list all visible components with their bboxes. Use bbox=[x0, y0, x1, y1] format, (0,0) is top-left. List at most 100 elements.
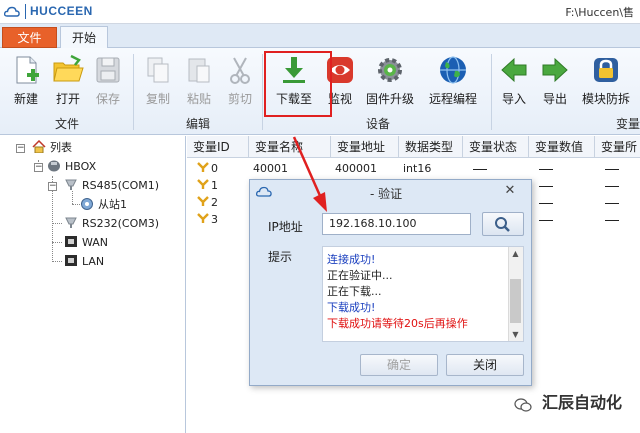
serial-port-icon bbox=[65, 217, 77, 228]
scroll-up-icon[interactable]: ▲ bbox=[511, 249, 520, 258]
title-separator bbox=[25, 4, 26, 19]
cut-button[interactable]: 剪切 bbox=[218, 52, 262, 112]
device-tree: − 列表 − HBOX − RS485(COM1) 从站1 RS232(COM3… bbox=[0, 136, 186, 433]
tree-slave-label: 从站1 bbox=[98, 198, 127, 211]
serial-port-icon bbox=[65, 179, 77, 190]
tree-line bbox=[52, 261, 62, 262]
close-icon[interactable]: ✕ bbox=[503, 184, 517, 198]
tree-node-lan[interactable]: LAN bbox=[64, 253, 104, 270]
group-label-variable: 变量 bbox=[616, 117, 640, 131]
tree-line bbox=[52, 242, 62, 243]
cell-value bbox=[535, 161, 553, 177]
tab-start[interactable]: 开始 bbox=[60, 26, 108, 49]
scroll-down-icon[interactable]: ▼ bbox=[511, 330, 520, 339]
cell-extra bbox=[601, 178, 619, 194]
dialog-body: IP地址 192.168.10.100 提示 连接成功! 正在验证中... 正在… bbox=[256, 204, 525, 381]
group-label-file: 文件 bbox=[55, 117, 80, 131]
cell-name: 40001 bbox=[253, 162, 288, 175]
tree-line bbox=[52, 223, 62, 224]
cut-label: 剪切 bbox=[227, 92, 252, 106]
ip-address-label: IP地址 bbox=[268, 220, 303, 234]
dialog-title-bar[interactable]: - 验证 ✕ bbox=[250, 180, 531, 204]
cell-id: 0 bbox=[211, 162, 218, 175]
expand-toggle[interactable]: − bbox=[34, 163, 43, 172]
column-header[interactable]: 变量状态 bbox=[463, 136, 529, 158]
cell-type: int16 bbox=[403, 162, 432, 175]
save-button[interactable]: 保存 bbox=[86, 52, 130, 112]
device-box-icon bbox=[48, 160, 60, 172]
wechat-icon bbox=[514, 398, 532, 412]
tree-node-slave[interactable]: 从站1 bbox=[80, 196, 127, 213]
log-line: 正在下载... bbox=[327, 285, 382, 298]
table-row[interactable]: 0 40001 400001 int16 bbox=[187, 161, 640, 177]
tree-root-label: 列表 bbox=[50, 141, 72, 154]
export-button[interactable]: 导出 bbox=[533, 52, 577, 112]
cell-id: 2 bbox=[211, 196, 218, 209]
column-header[interactable]: 变量ID bbox=[187, 136, 249, 158]
network-port-icon bbox=[65, 236, 77, 247]
tree-rs232-label: RS232(COM3) bbox=[82, 217, 160, 230]
cell-value bbox=[535, 195, 553, 211]
export-arrow-icon bbox=[542, 57, 568, 83]
cloud-logo-icon bbox=[256, 186, 272, 197]
cell-value bbox=[535, 178, 553, 194]
expand-toggle[interactable]: − bbox=[16, 144, 25, 153]
status-log[interactable]: 连接成功! 正在验证中... 正在下载... 下载成功! 下载成功请等待20s后… bbox=[322, 246, 524, 342]
column-header[interactable]: 变量数值 bbox=[529, 136, 595, 158]
column-header[interactable]: 数据类型 bbox=[399, 136, 463, 158]
close-button[interactable]: 关闭 bbox=[446, 354, 524, 376]
tree-node-rs485[interactable]: RS485(COM1) bbox=[64, 177, 159, 194]
title-bar: HUCCEEN F:\Huccen\售 bbox=[0, 0, 640, 24]
firmware-upgrade-button[interactable]: 固件升级 bbox=[366, 52, 414, 112]
export-label: 导出 bbox=[542, 92, 567, 106]
download-button-highlight bbox=[264, 51, 332, 117]
import-arrow-icon bbox=[501, 57, 527, 83]
column-header[interactable]: 变量名称 bbox=[249, 136, 331, 158]
column-header[interactable]: 变量所 bbox=[595, 136, 640, 158]
group-label-device: 设备 bbox=[366, 117, 391, 131]
cell-address: 400001 bbox=[335, 162, 377, 175]
search-button[interactable] bbox=[482, 212, 524, 236]
scroll-thumb[interactable] bbox=[510, 279, 521, 323]
cell-status bbox=[469, 161, 487, 177]
log-line: 正在验证中... bbox=[327, 269, 393, 282]
tree-wan-label: WAN bbox=[82, 236, 109, 249]
log-line: 连接成功! bbox=[327, 253, 376, 266]
save-label: 保存 bbox=[95, 92, 120, 106]
module-tamper-button[interactable]: 模块防拆 bbox=[582, 52, 630, 112]
expand-toggle[interactable]: − bbox=[48, 182, 57, 191]
gear-icon bbox=[378, 58, 402, 82]
folder-open-icon bbox=[53, 54, 84, 82]
project-path: F:\Huccen\售 bbox=[565, 6, 634, 19]
search-icon bbox=[495, 217, 510, 232]
tree-node-rs232[interactable]: RS232(COM3) bbox=[64, 215, 159, 232]
firmware-upgrade-label: 固件升级 bbox=[365, 92, 414, 106]
tree-hbox-label: HBOX bbox=[65, 160, 97, 173]
tree-node-wan[interactable]: WAN bbox=[64, 234, 108, 251]
tree-node-root[interactable]: 列表 bbox=[32, 139, 72, 156]
ribbon-tab-row: 文件 开始 bbox=[0, 24, 640, 49]
tree-node-hbox[interactable]: HBOX bbox=[47, 158, 96, 175]
globe-icon bbox=[440, 56, 466, 84]
log-scrollbar[interactable]: ▲ ▼ bbox=[508, 247, 523, 341]
network-port-icon bbox=[65, 255, 77, 266]
group-separator bbox=[262, 54, 263, 130]
app-name: HUCCEEN bbox=[30, 4, 93, 18]
confirm-button[interactable]: 确定 bbox=[360, 354, 438, 376]
group-label-edit: 编辑 bbox=[186, 117, 211, 131]
log-line: 下载成功! bbox=[327, 301, 376, 314]
copy-icon bbox=[147, 57, 169, 83]
paste-icon bbox=[188, 58, 210, 83]
dialog-title: - 验证 bbox=[370, 187, 403, 201]
tab-file[interactable]: 文件 bbox=[2, 27, 57, 48]
cell-extra bbox=[601, 161, 619, 177]
remote-programming-button[interactable]: 远程编程 bbox=[429, 52, 477, 112]
tree-lan-label: LAN bbox=[82, 255, 105, 268]
cell-extra bbox=[601, 195, 619, 211]
verify-dialog: - 验证 ✕ IP地址 192.168.10.100 提示 连接成功! 正在验证… bbox=[249, 179, 532, 386]
cell-id: 1 bbox=[211, 179, 218, 192]
column-header[interactable]: 变量地址 bbox=[331, 136, 399, 158]
ip-address-input[interactable]: 192.168.10.100 bbox=[322, 213, 471, 235]
tree-rs485-label: RS485(COM1) bbox=[82, 179, 160, 192]
cell-value bbox=[535, 212, 553, 228]
